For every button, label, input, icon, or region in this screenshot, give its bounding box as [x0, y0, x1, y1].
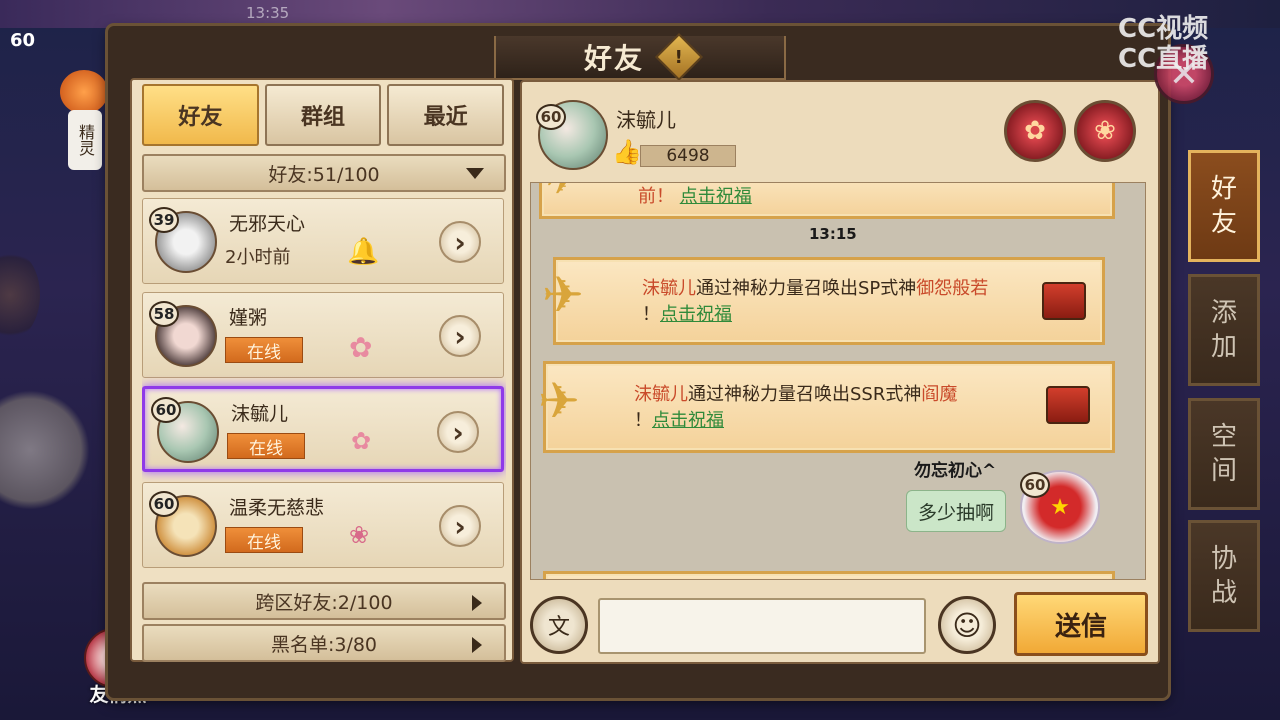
summon-message-card: ✈ 沫毓儿通过神秘力量召唤出SP式神御怨般若 ！点击祝福 [542, 257, 1105, 345]
friend-list: 39 无邪天心 2小时前 🔔 › 58 嫤粥 在线 ✿ › 60 沫毓儿 在线 … [142, 198, 506, 576]
send-button[interactable]: 送信 [1014, 592, 1148, 656]
voice-to-text-button[interactable]: 文 [530, 596, 588, 654]
chat-input[interactable] [598, 598, 926, 654]
friend-name: 沫毓儿 [231, 403, 289, 425]
summon-message-card: ✈ 沫毓儿通过神秘力量召唤出SSR式神阎魔 ！点击祝福 [538, 361, 1115, 453]
level-badge: 60 [149, 491, 179, 517]
open-chat-button[interactable]: › [437, 411, 479, 453]
sakura-icon: ✿ [349, 331, 373, 364]
sender-level: 60 [1020, 472, 1050, 498]
message-card-partial [543, 571, 1115, 579]
chevron-right-icon [472, 595, 482, 611]
chat-bubble: 多少抽啊 [906, 490, 1006, 532]
online-badge: 在线 [225, 337, 303, 363]
like-count: 6498 [640, 145, 736, 167]
friend-name: 嫤粥 [229, 307, 268, 329]
tab-friends[interactable]: 好友 [142, 84, 259, 146]
window-title: 好友 [583, 42, 644, 75]
cross-server-friends-bar[interactable]: 跨区好友:2/100 [142, 582, 506, 620]
tab-groups[interactable]: 群组 [264, 84, 382, 146]
chat-partner-level: 60 [536, 104, 566, 130]
microphone-icon: 文 [547, 615, 570, 640]
friend-count-dropdown[interactable]: 好友:51/100 [142, 154, 506, 192]
message-text: 通过神秘力量召唤出SP式神 [696, 278, 917, 299]
friend-name: 无邪天心 [229, 213, 306, 235]
paper-crane-icon: ✈ [542, 266, 584, 324]
paper-crane-icon: ✈ [538, 372, 580, 430]
paper-crane-icon: ✈ [546, 182, 577, 203]
friend-count: 好友:51/100 [268, 163, 380, 186]
blacklist-bar[interactable]: 黑名单:3/80 [142, 624, 506, 662]
message-text: 前！ [638, 186, 674, 207]
bless-link[interactable]: 点击祝福 [660, 304, 732, 325]
thumbs-up-icon[interactable]: 👍 [612, 138, 642, 166]
message-end: ！ [642, 304, 660, 325]
online-badge: 在线 [227, 433, 305, 459]
open-chat-button[interactable]: › [439, 221, 481, 263]
message-card-partial: ✈ 前！ 点击祝福 [539, 182, 1115, 219]
online-badge: 在线 [225, 527, 303, 553]
blacklist-count: 黑名单:3/80 [270, 633, 378, 656]
message-end: ！ [634, 410, 652, 431]
chat-partner-name: 沫毓儿 [616, 108, 676, 132]
tab-recent[interactable]: 最近 [387, 84, 505, 146]
summoner-name: 沫毓儿 [642, 278, 696, 299]
level-badge: 60 [151, 397, 181, 423]
chat-timestamp: 13:15 [809, 225, 857, 243]
message-text: 通过神秘力量召唤出SSR式神 [688, 384, 922, 405]
spirit-label: 精灵 [68, 110, 102, 170]
shikigami-name: 御怨般若 [916, 278, 989, 299]
summoner-name: 沫毓儿 [634, 384, 688, 405]
chevron-down-icon [466, 168, 484, 179]
side-tab-add[interactable]: 添加 [1188, 274, 1260, 386]
open-chat-button[interactable]: › [439, 505, 481, 547]
watermark: CC视频 CC直播 [1118, 14, 1209, 74]
flower-bud-icon: ❀ [349, 521, 370, 549]
last-seen: 2小时前 [225, 247, 291, 268]
treasure-chest-icon [1046, 386, 1090, 424]
level-badge: 58 [149, 301, 179, 327]
open-chat-button[interactable]: › [439, 315, 481, 357]
window-title-bar: 好友 ! [494, 32, 786, 82]
bless-link[interactable]: 点击祝福 [652, 410, 724, 431]
emoji-icon: ☺ [952, 608, 982, 642]
spirit-button[interactable]: 精灵 [56, 70, 112, 170]
treasure-chest-icon [1042, 282, 1086, 320]
chevron-right-icon [472, 637, 482, 653]
sender-name: 勿忘初心^ [914, 461, 997, 481]
friend-row-selected[interactable]: 60 沫毓儿 在线 ✿ › [142, 386, 504, 472]
help-icon[interactable]: ! [654, 32, 704, 82]
status-time: 13:35 [246, 4, 290, 22]
friend-row[interactable]: 39 无邪天心 2小时前 🔔 › [142, 198, 504, 284]
cross-server-count: 跨区好友:2/100 [255, 591, 393, 614]
game-background-top [0, 0, 1280, 28]
shikigami-name: 阎魔 [921, 384, 958, 405]
background-umbrella [0, 390, 90, 510]
gift-bag-button[interactable]: ✿ [1004, 100, 1066, 162]
spirit-bell-icon [60, 70, 108, 114]
friend-row[interactable]: 58 嫤粥 在线 ✿ › [142, 292, 504, 378]
side-tab-coop[interactable]: 协战 [1188, 520, 1260, 632]
friend-name: 温柔无慈悲 [229, 497, 325, 519]
friend-row[interactable]: 60 温柔无慈悲 在线 ❀ › [142, 482, 504, 568]
sakura-icon: ✿ [351, 427, 372, 455]
background-decor [0, 250, 40, 340]
friend-tabs: 好友 群组 最近 [142, 84, 505, 146]
bless-link[interactable]: 点击祝福 [680, 186, 752, 207]
side-tab-friends[interactable]: 好友 [1188, 150, 1260, 262]
level-badge: 39 [149, 207, 179, 233]
player-level: 60 [10, 30, 36, 51]
bell-icon: 🔔 [347, 237, 380, 267]
gift-pack-button[interactable]: ❀ [1074, 100, 1136, 162]
side-tab-space[interactable]: 空间 [1188, 398, 1260, 510]
emoji-button[interactable]: ☺ [938, 596, 996, 654]
